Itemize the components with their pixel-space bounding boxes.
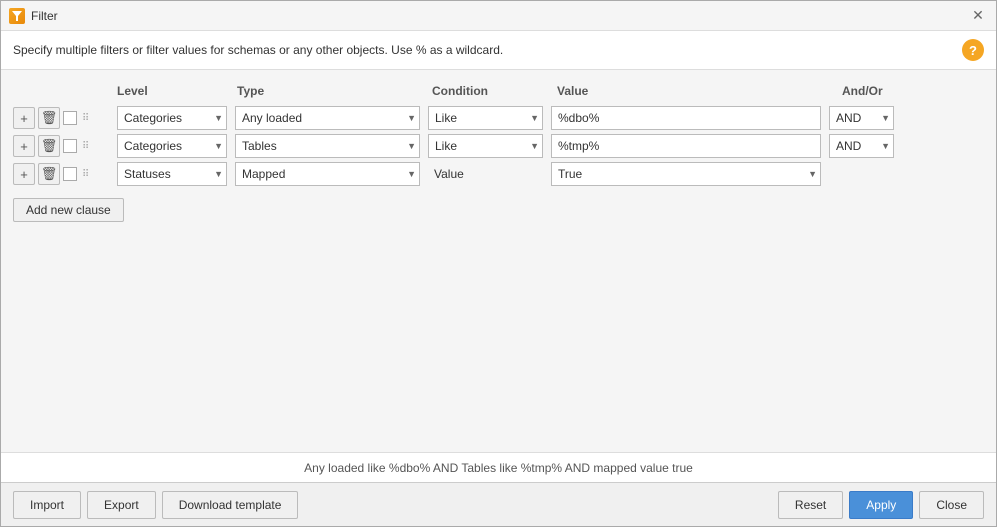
condition-select-1[interactable]: Like Not Like Equals [428, 106, 543, 130]
filter-row-3: + 🗑 ⠿ Categories Statuses Tags ▼ Mapped … [13, 162, 984, 186]
type-select-1[interactable]: Any loaded Tables Views Schemas [235, 106, 420, 130]
delete-row-1-button[interactable]: 🗑 [38, 107, 60, 129]
export-button[interactable]: Export [87, 491, 156, 519]
col-andor-header: And/Or [838, 84, 984, 98]
level-select-1[interactable]: Categories Statuses Tags [117, 106, 227, 130]
value-input-1[interactable] [551, 106, 821, 130]
drag-handle-3[interactable]: ⠿ [82, 169, 89, 180]
footer-left: Import Export Download template [13, 491, 298, 519]
footer-right: Reset Apply Close [778, 491, 984, 519]
level-select-wrapper-1: Categories Statuses Tags ▼ [117, 106, 227, 130]
filter-icon-svg [12, 11, 22, 21]
titlebar: Filter ✕ [1, 1, 996, 31]
footer-close-button[interactable]: Close [919, 491, 984, 519]
type-select-3[interactable]: Mapped Unmapped [235, 162, 420, 186]
main-content: Level Type Condition Value And/Or + 🗑 ⠿ … [1, 70, 996, 452]
window-title: Filter [31, 9, 58, 23]
level-select-3[interactable]: Categories Statuses Tags [117, 162, 227, 186]
drag-handle-2[interactable]: ⠿ [82, 141, 89, 152]
row-1-checkbox[interactable] [63, 111, 77, 125]
add-clause-button[interactable]: Add new clause [13, 198, 124, 222]
delete-row-2-button[interactable]: 🗑 [38, 135, 60, 157]
row-3-checkbox[interactable] [63, 167, 77, 181]
andor-select-1[interactable]: AND OR [829, 106, 894, 130]
level-select-2[interactable]: Categories Statuses Tags [117, 134, 227, 158]
andor-select-2[interactable]: AND OR [829, 134, 894, 158]
andor-select-wrapper-2: AND OR ▼ [829, 134, 894, 158]
type-select-wrapper-1: Any loaded Tables Views Schemas ▼ [235, 106, 420, 130]
drag-handle-1[interactable]: ⠿ [82, 113, 89, 124]
col-value-header: Value [553, 84, 838, 98]
condition-select-wrapper-1: Like Not Like Equals ▼ [428, 106, 543, 130]
type-select-wrapper-3: Mapped Unmapped ▼ [235, 162, 420, 186]
download-template-button[interactable]: Download template [162, 491, 299, 519]
row-actions-3: + 🗑 ⠿ [13, 163, 113, 185]
add-row-2-button[interactable]: + [13, 135, 35, 157]
value-select-3[interactable]: True False [551, 162, 821, 186]
status-text: Any loaded like %dbo% AND Tables like %t… [304, 461, 693, 475]
info-text: Specify multiple filters or filter value… [13, 43, 503, 57]
footer: Import Export Download template Reset Ap… [1, 482, 996, 526]
import-button[interactable]: Import [13, 491, 81, 519]
column-headers: Level Type Condition Value And/Or [13, 80, 984, 102]
apply-button[interactable]: Apply [849, 491, 913, 519]
close-icon[interactable]: ✕ [968, 6, 988, 26]
titlebar-left: Filter [9, 8, 58, 24]
row-2-checkbox[interactable] [63, 139, 77, 153]
col-type-header: Type [233, 84, 428, 98]
value-input-2[interactable] [551, 134, 821, 158]
add-row-1-button[interactable]: + [13, 107, 35, 129]
condition-value-label-3: Value [428, 162, 543, 186]
status-bar: Any loaded like %dbo% AND Tables like %t… [1, 452, 996, 482]
help-icon[interactable]: ? [962, 39, 984, 61]
level-select-wrapper-3: Categories Statuses Tags ▼ [117, 162, 227, 186]
level-select-wrapper-2: Categories Statuses Tags ▼ [117, 134, 227, 158]
row-actions-1: + 🗑 ⠿ [13, 107, 113, 129]
filter-row-2: + 🗑 ⠿ Categories Statuses Tags ▼ Any loa… [13, 134, 984, 158]
col-condition-header: Condition [428, 84, 553, 98]
type-select-2[interactable]: Any loaded Tables Views Schemas [235, 134, 420, 158]
condition-select-wrapper-2: Like Not Like Equals ▼ [428, 134, 543, 158]
filter-icon [9, 8, 25, 24]
reset-button[interactable]: Reset [778, 491, 843, 519]
condition-select-2[interactable]: Like Not Like Equals [428, 134, 543, 158]
type-select-wrapper-2: Any loaded Tables Views Schemas ▼ [235, 134, 420, 158]
row-actions-2: + 🗑 ⠿ [13, 135, 113, 157]
col-level-header: Level [113, 84, 233, 98]
andor-select-wrapper-1: AND OR ▼ [829, 106, 894, 130]
filter-row-1: + 🗑 ⠿ Categories Statuses Tags ▼ Any loa… [13, 106, 984, 130]
info-bar: Specify multiple filters or filter value… [1, 31, 996, 70]
filter-window: Filter ✕ Specify multiple filters or fil… [0, 0, 997, 527]
value-select-wrapper-3: True False ▼ [551, 162, 821, 186]
delete-row-3-button[interactable]: 🗑 [38, 163, 60, 185]
add-row-3-button[interactable]: + [13, 163, 35, 185]
